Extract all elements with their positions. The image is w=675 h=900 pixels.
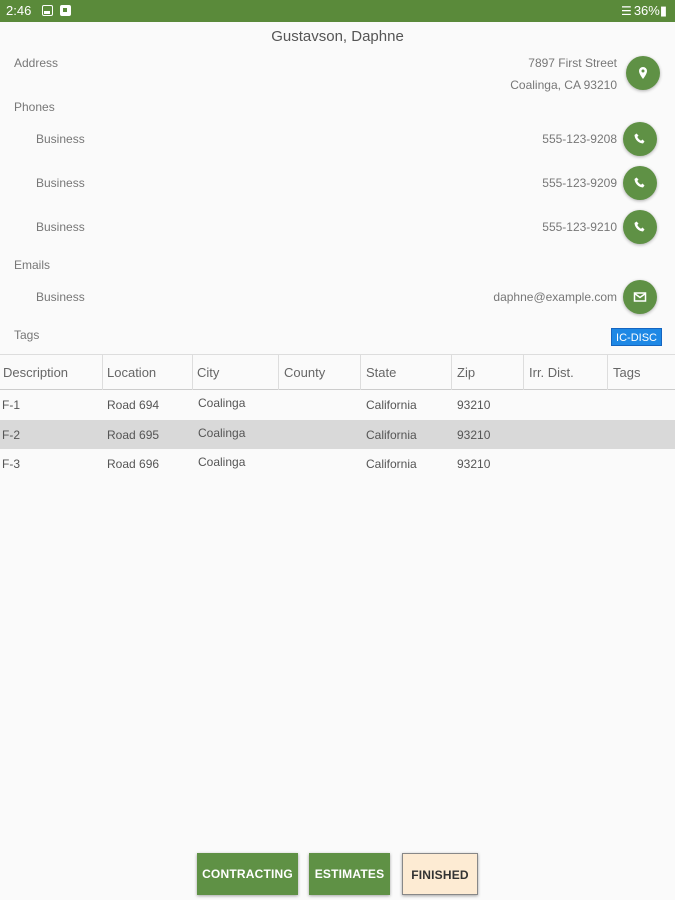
map-location-button[interactable] <box>626 56 660 90</box>
cell-city: Coalinga <box>198 396 246 410</box>
tags-label: Tags <box>14 328 40 342</box>
address-line1: 7897 First Street <box>528 56 617 70</box>
cell-description: F-2 <box>2 427 20 442</box>
column-header-county[interactable]: County <box>279 355 361 390</box>
location-pin-icon <box>639 67 647 79</box>
cell-city: Coalinga <box>198 455 246 469</box>
cell-state: California <box>366 427 417 442</box>
call-button-2[interactable] <box>623 166 657 200</box>
table-row[interactable]: F-1 Road 694 Coalinga California 93210 <box>0 390 675 420</box>
contracting-button[interactable]: CONTRACTING <box>197 853 298 895</box>
mail-icon <box>633 292 647 302</box>
image-icon <box>42 5 53 16</box>
column-header-zip[interactable]: Zip <box>452 355 524 390</box>
cell-zip: 93210 <box>457 457 491 471</box>
cell-zip: 93210 <box>457 427 491 442</box>
phone-number-3: 555-123-9210 <box>542 220 617 234</box>
column-header-irr-dist[interactable]: Irr. Dist. <box>524 355 608 390</box>
status-bar: 2:46 ☰ 36%▮ <box>0 0 675 22</box>
email-type-1: Business <box>36 290 85 304</box>
phone-type-1: Business <box>36 132 85 146</box>
cell-location: Road 694 <box>107 398 160 412</box>
table-header: Description Location City County State Z… <box>0 354 675 390</box>
cell-city: Coalinga <box>198 425 246 440</box>
column-header-city[interactable]: City <box>193 355 279 390</box>
status-time: 2:46 <box>6 3 32 18</box>
phone-number-2: 555-123-9209 <box>542 176 617 190</box>
table-row[interactable]: F-3 Road 696 Coalinga California 93210 <box>0 449 675 479</box>
cell-state: California <box>366 398 417 412</box>
call-button-3[interactable] <box>623 210 657 244</box>
emails-label: Emails <box>14 258 51 272</box>
tag-badge[interactable]: IC-DISC <box>611 328 662 346</box>
cell-location: Road 696 <box>107 457 160 471</box>
finished-button[interactable]: FINISHED <box>402 853 478 895</box>
cell-description: F-1 <box>2 398 20 412</box>
column-header-tags[interactable]: Tags <box>608 355 675 390</box>
column-header-location[interactable]: Location <box>103 355 193 390</box>
email-address-1: daphne@example.com <box>493 290 617 304</box>
phone-icon <box>634 133 645 144</box>
app-icon <box>60 5 71 16</box>
status-right: ☰ 36%▮ <box>621 3 667 19</box>
cell-zip: 93210 <box>457 398 491 412</box>
cell-location: Road 695 <box>107 427 160 442</box>
phones-label: Phones <box>14 100 55 114</box>
wifi-icon: ☰ <box>621 4 632 18</box>
phone-icon <box>634 177 645 188</box>
phone-type-2: Business <box>36 176 85 190</box>
call-button-1[interactable] <box>623 122 657 156</box>
phone-icon <box>634 221 645 232</box>
fields-table: Description Location City County State Z… <box>0 354 675 479</box>
column-header-description[interactable]: Description <box>0 355 103 390</box>
column-header-state[interactable]: State <box>361 355 452 390</box>
cell-description: F-3 <box>2 457 20 471</box>
battery-level: 36% <box>633 3 660 18</box>
battery-icon: ▮ <box>659 3 667 18</box>
estimates-button[interactable]: ESTIMATES <box>309 853 390 895</box>
email-button-1[interactable] <box>623 280 657 314</box>
table-row-selected[interactable]: F-2 Road 695 Coalinga California 93210 <box>0 419 675 449</box>
cell-state: California <box>366 457 417 471</box>
phone-number-1: 555-123-9208 <box>542 132 617 146</box>
address-line2: Coalinga, CA 93210 <box>510 78 617 92</box>
phone-type-3: Business <box>36 220 85 234</box>
contact-name: Gustavson, Daphne <box>271 28 404 45</box>
address-label: Address <box>14 56 59 70</box>
